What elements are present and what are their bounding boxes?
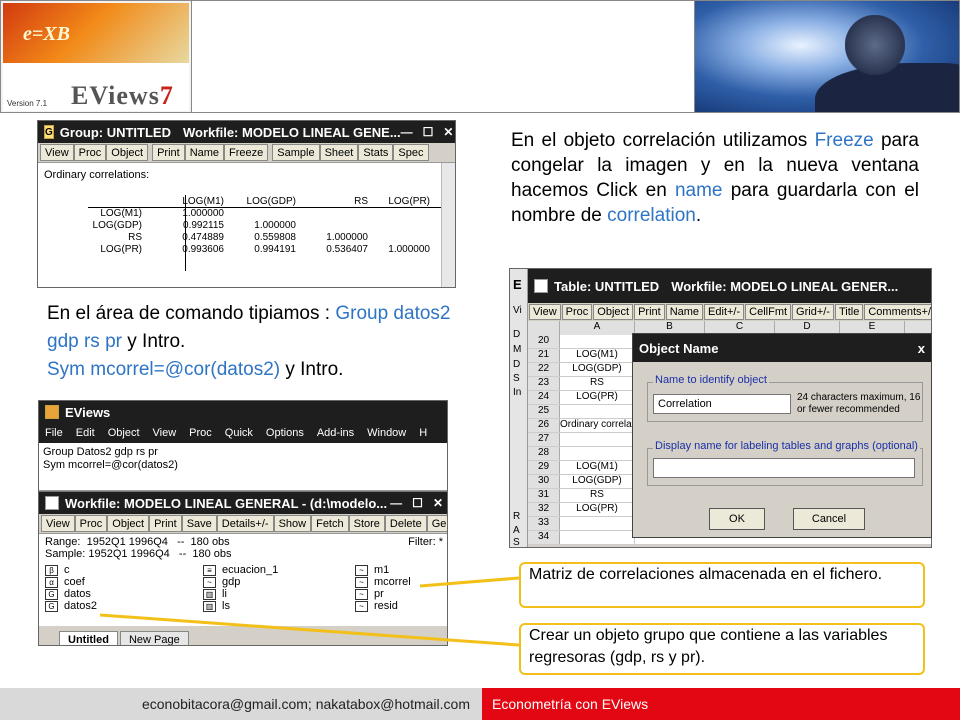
connector-datos2 — [99, 613, 520, 647]
connector-mcorrel — [419, 576, 520, 588]
callout-correlation-matrix: Matriz de correlaciones almacenada en el… — [519, 562, 925, 608]
callout-connectors — [99, 576, 520, 647]
footer-emails: econobitacora@gmail.com; nakatabox@hotma… — [0, 688, 482, 720]
callout-group-object: Crear un objeto grupo que contiene a las… — [519, 623, 925, 675]
footer-title: Econometría con EViews — [482, 688, 960, 720]
